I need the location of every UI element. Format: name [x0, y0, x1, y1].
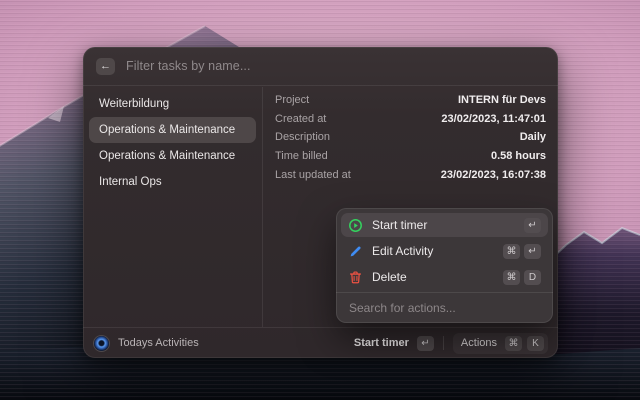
footer-divider	[443, 336, 444, 350]
actions-button[interactable]: Actions ⌘ K	[453, 333, 548, 354]
task-list-item-selected[interactable]: Operations & Maintenance	[89, 117, 256, 143]
detail-label: Last updated at	[275, 169, 351, 181]
action-item-delete[interactable]: Delete ⌘ D	[341, 265, 548, 289]
enter-key-badge: ↵	[417, 336, 434, 351]
detail-row: Created at 23/02/2023, 11:47:01	[263, 110, 558, 129]
d-key-badge: D	[524, 270, 541, 285]
detail-label: Created at	[275, 113, 326, 125]
extension-name: Todays Activities	[118, 337, 199, 349]
actions-search-input[interactable]: Search for actions...	[336, 292, 553, 322]
action-item-edit-activity[interactable]: Edit Activity ⌘ ↵	[341, 239, 548, 263]
detail-row: Time billed 0.58 hours	[263, 147, 558, 166]
detail-value: INTERN für Devs	[458, 94, 546, 106]
detail-label: Project	[275, 94, 309, 106]
detail-row: Project INTERN für Devs	[263, 91, 558, 110]
detail-value: Daily	[520, 131, 546, 143]
action-label: Delete	[372, 270, 494, 284]
task-list: Weiterbildung Operations & Maintenance O…	[83, 87, 263, 327]
action-label: Start timer	[372, 218, 515, 232]
pencil-icon	[348, 244, 363, 259]
search-bar: ← Filter tasks by name...	[83, 47, 558, 86]
k-key-badge: K	[527, 336, 544, 351]
search-input[interactable]: Filter tasks by name...	[126, 59, 545, 73]
detail-label: Time billed	[275, 150, 328, 162]
detail-label: Description	[275, 131, 330, 143]
task-list-item[interactable]: Operations & Maintenance	[89, 143, 256, 169]
enter-key-badge: ↵	[524, 244, 541, 259]
back-arrow-icon: ←	[100, 60, 111, 72]
detail-row: Last updated at 23/02/2023, 16:07:38	[263, 165, 558, 184]
task-list-item[interactable]: Weiterbildung	[89, 91, 256, 117]
action-item-start-timer[interactable]: Start timer ↵	[341, 213, 548, 237]
trash-icon	[348, 270, 363, 285]
detail-value: 23/02/2023, 11:47:01	[441, 113, 546, 125]
enter-key-badge: ↵	[524, 218, 541, 233]
play-circle-icon	[348, 218, 363, 233]
extension-icon	[94, 336, 109, 351]
cmd-key-badge: ⌘	[505, 336, 522, 351]
actions-button-label: Actions	[461, 337, 497, 349]
detail-row: Description Daily	[263, 128, 558, 147]
back-button[interactable]: ←	[96, 58, 115, 75]
action-label: Edit Activity	[372, 244, 494, 258]
detail-value: 23/02/2023, 16:07:38	[441, 169, 546, 181]
detail-value: 0.58 hours	[491, 150, 546, 162]
primary-action-button[interactable]: Start timer	[354, 337, 409, 349]
cmd-key-badge: ⌘	[503, 244, 520, 259]
status-bar: Todays Activities Start timer ↵ Actions …	[83, 327, 558, 358]
task-list-item[interactable]: Internal Ops	[89, 169, 256, 195]
cmd-key-badge: ⌘	[503, 270, 520, 285]
actions-menu: Start timer ↵ Edit Activity ⌘ ↵ Delete	[336, 208, 553, 323]
